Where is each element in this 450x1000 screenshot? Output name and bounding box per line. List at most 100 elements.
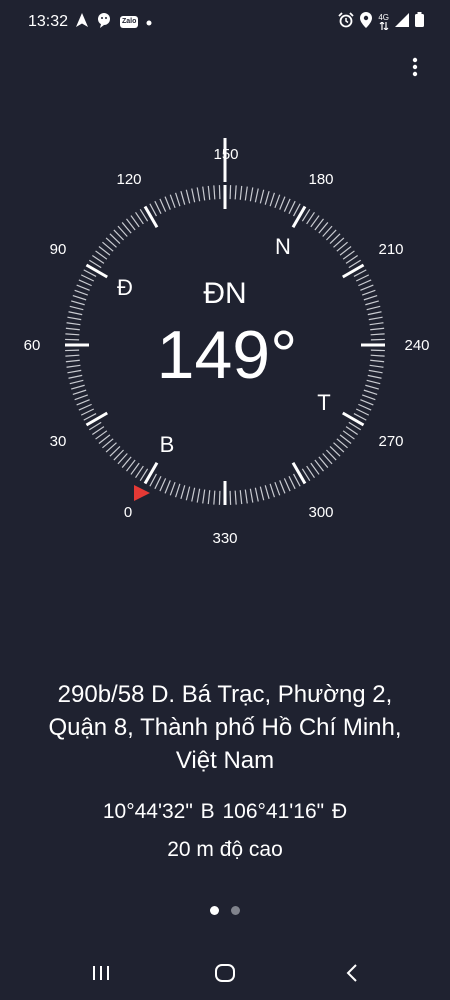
minor-tick [370,354,385,357]
major-tick [342,411,365,427]
minor-tick [66,322,81,326]
minor-tick [366,379,381,385]
minor-tick [65,359,80,363]
minor-tick [74,289,89,296]
more-vertical-icon [412,57,418,82]
altitude-readout: 20 m độ cao [167,838,283,861]
minor-tick [234,185,237,200]
network-4g-icon: 4G [378,14,389,30]
major-tick [143,205,159,228]
minor-tick [360,399,374,406]
status-left-icons: Zalo [76,12,152,32]
minor-tick [249,187,254,202]
heading-degrees: 149° [157,317,298,393]
minor-tick [249,488,254,503]
minor-tick [69,305,84,311]
back-button[interactable] [337,960,367,990]
minor-tick [196,488,201,503]
minor-tick [80,274,95,282]
minor-tick [361,289,376,296]
page-dot-active[interactable] [210,906,219,915]
degree-label: 270 [378,433,403,450]
minor-tick [342,250,355,260]
minor-tick [355,408,370,416]
degree-label: 90 [50,241,67,258]
minor-tick [65,354,80,357]
navigation-bar [0,950,450,1000]
minor-tick [366,305,381,311]
minor-tick [365,384,379,390]
minor-tick [239,185,243,200]
minor-tick [269,192,276,207]
minor-tick [370,327,385,331]
minor-tick [80,408,95,416]
minor-tick [264,191,270,205]
minor-tick [174,483,181,498]
minor-tick [154,475,162,490]
recents-button[interactable] [86,960,116,990]
minor-tick [283,198,291,212]
minor-tick [68,311,83,316]
more-options-button[interactable] [402,56,428,82]
minor-tick [72,294,87,301]
degree-label: 120 [116,171,141,188]
minor-tick [370,333,385,336]
minor-tick [274,194,281,209]
minor-tick [202,186,206,201]
minor-tick [92,255,105,264]
minor-tick [95,430,108,440]
minor-tick [67,369,82,374]
minor-tick [360,284,374,291]
gps-coordinates: 10°44'32" B 106°41'16" Đ [102,800,348,823]
degree-label: 300 [308,504,333,521]
address-line: Việt Nam [175,747,275,774]
major-tick [291,205,307,228]
major-tick [342,263,365,279]
minor-tick [279,480,286,494]
home-button[interactable] [210,960,240,990]
minor-tick [368,369,383,374]
minor-tick [279,196,286,210]
minor-tick [95,250,108,260]
home-icon [214,963,236,988]
minor-tick [196,187,201,202]
network-4g-label: 4G [378,13,389,22]
minor-tick [370,359,385,363]
minor-tick [169,481,176,496]
minor-tick [164,196,171,210]
major-tick [143,462,159,485]
minor-tick [159,478,167,492]
degree-label: 60 [24,337,41,354]
minor-tick [355,274,370,282]
minor-tick [191,188,196,203]
minor-tick [72,389,87,396]
cardinal-south: T [317,390,330,415]
minor-tick [306,212,315,225]
status-right-icons: 4G [338,11,424,33]
minor-tick [76,284,90,291]
minor-tick [310,215,320,228]
minor-tick [345,426,358,435]
major-tick [85,263,108,279]
page-dot-inactive[interactable] [231,906,240,915]
heading-direction: ĐN [203,277,246,310]
minor-tick [259,486,265,501]
back-icon [345,963,359,988]
minor-tick [363,389,378,396]
location-icon [360,11,373,33]
minor-tick [207,490,211,505]
cardinal-east: Đ [117,275,133,300]
minor-tick [288,475,296,490]
minor-tick [310,462,320,475]
cardinal-north: N [275,234,291,259]
minor-tick [288,200,296,215]
degree-label: 240 [404,337,429,354]
minor-tick [130,215,140,228]
minor-tick [207,185,211,200]
minor-tick [283,478,291,492]
alarm-icon [338,11,354,33]
minor-tick [213,490,216,505]
address-line: 290b/58 D. Bá Trạc, Phường 2, [57,681,393,708]
minor-tick [368,316,383,321]
minor-tick [342,430,355,440]
